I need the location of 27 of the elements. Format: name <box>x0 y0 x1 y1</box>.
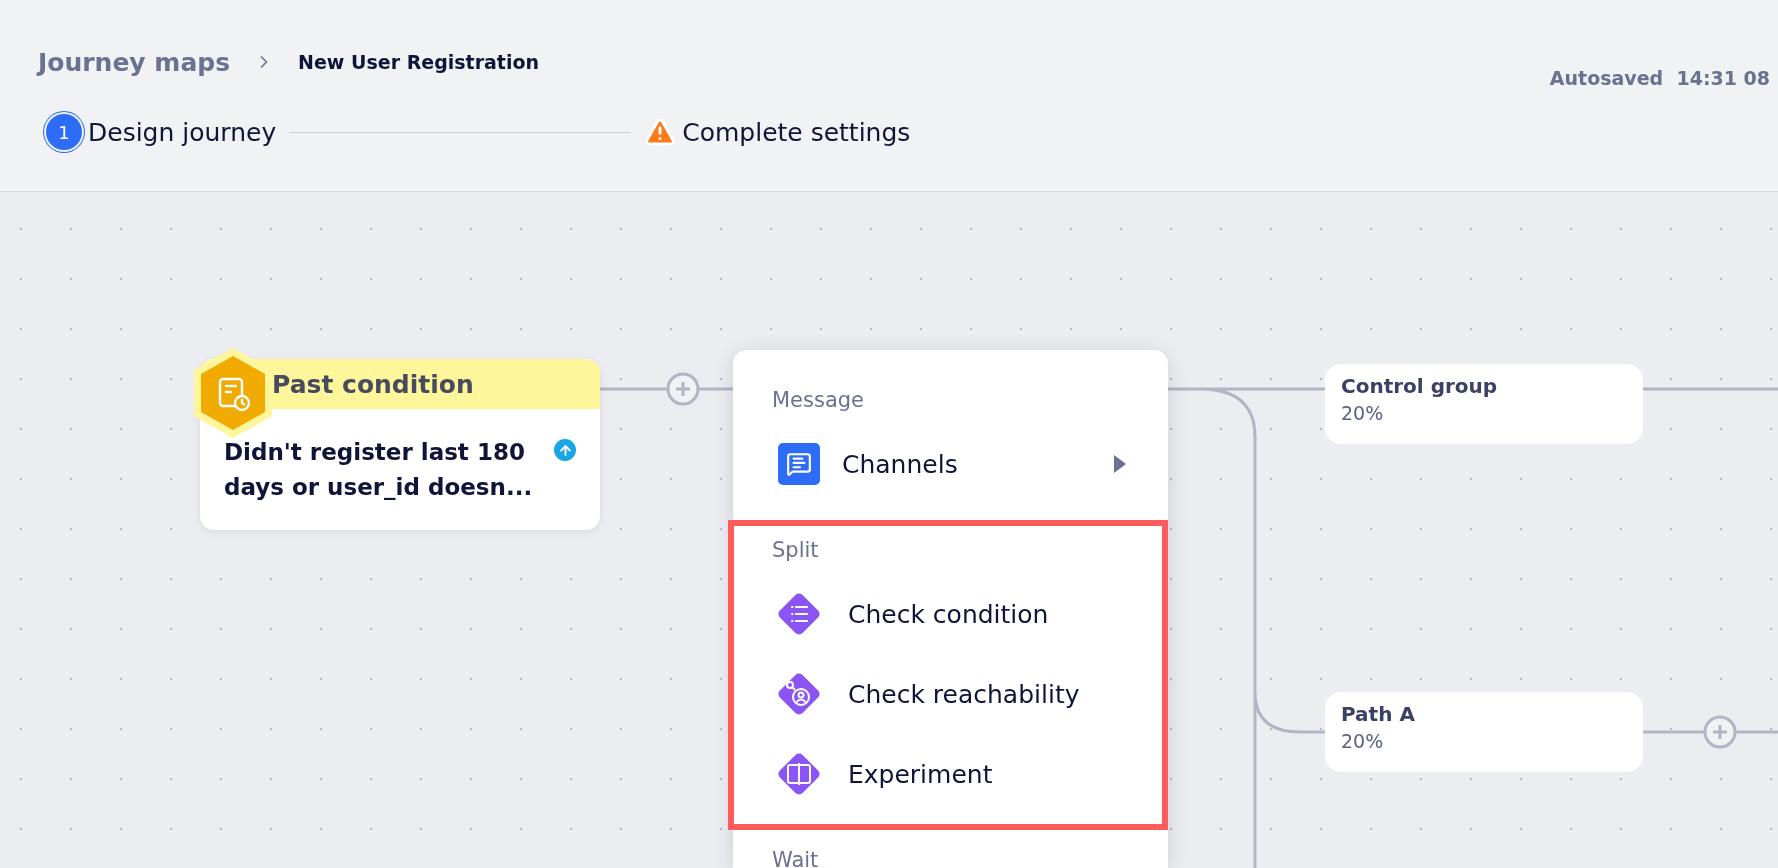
menu-section-title: Wait <box>772 847 820 868</box>
add-step-icon[interactable] <box>1703 715 1737 749</box>
branch-name: Control group <box>1341 374 1499 398</box>
step-label[interactable]: Complete settings <box>682 117 911 147</box>
arrow-up-icon <box>554 439 576 461</box>
journey-name: New User Registration <box>298 51 539 73</box>
node-title: Past condition <box>272 369 474 399</box>
branch-node[interactable]: Control group 20% <box>1325 364 1643 444</box>
menu-section-title: Split <box>772 537 820 564</box>
step-label[interactable]: Design journey <box>88 117 277 147</box>
menu-item[interactable]: Channels <box>772 424 1162 504</box>
menu-item[interactable]: Check condition <box>772 574 1162 654</box>
menu-section-title: Message <box>772 387 866 414</box>
breadcrumb-link[interactable]: Journey maps <box>38 47 231 77</box>
branch-share: 20% <box>1341 402 1385 424</box>
node-description: Didn't register last 180 days or user_id doesn... <box>224 438 534 502</box>
step-number: 1 <box>46 114 82 150</box>
menu-item[interactable]: Check reachability <box>772 654 1162 734</box>
branch-share: 20% <box>1341 730 1385 752</box>
condition-node[interactable]: Past condition Didn't register last 180 days or user_id doesn... <box>200 359 600 530</box>
menu-item[interactable]: Experiment <box>772 734 1162 814</box>
autosave-status: Autosaved 14:31 08 <box>1549 67 1770 89</box>
chat-icon <box>778 443 820 485</box>
branch-node[interactable]: Path A 20% <box>1325 692 1643 772</box>
branch-name: Path A <box>1341 702 1416 726</box>
add-step-icon[interactable] <box>666 372 700 406</box>
warning-icon <box>644 116 677 148</box>
